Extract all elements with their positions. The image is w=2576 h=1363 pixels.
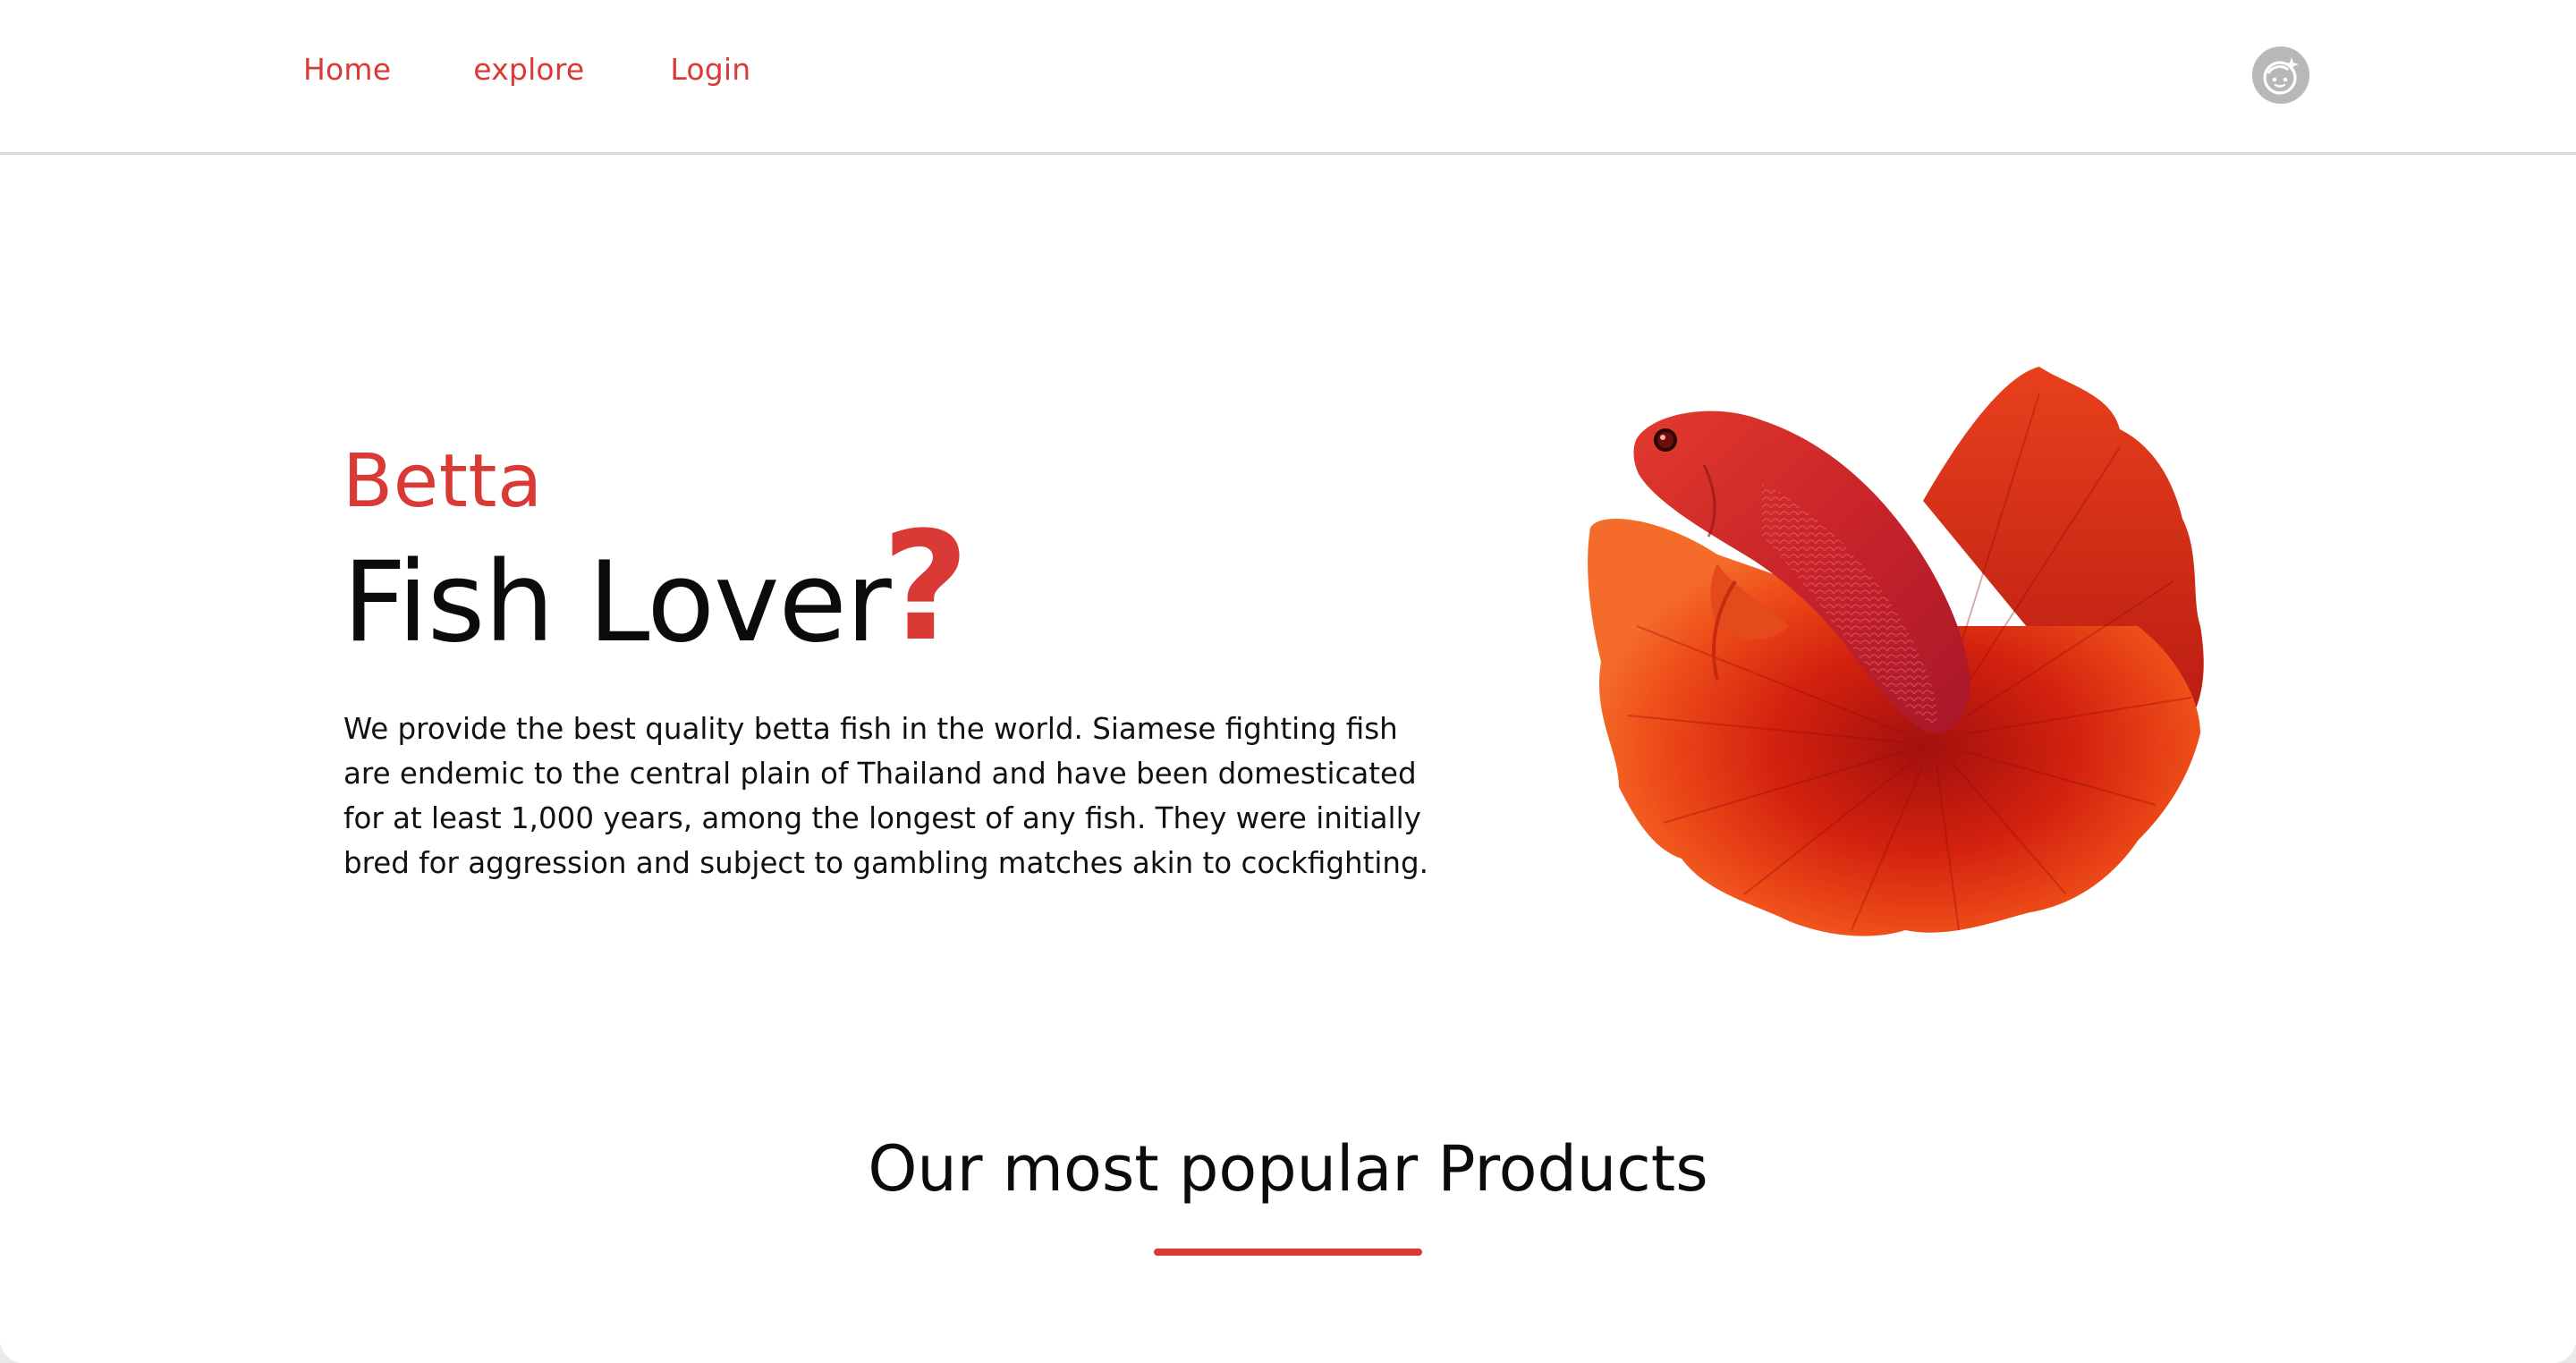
- nav-home-link[interactable]: Home: [303, 52, 391, 87]
- products-section-title: Our most popular Products: [868, 1132, 1708, 1206]
- user-avatar-icon: [2252, 47, 2309, 104]
- hero-kicker: Betta: [343, 439, 543, 524]
- nav-login-link[interactable]: Login: [670, 52, 750, 87]
- top-navbar: Home explore Login: [0, 0, 2576, 155]
- hero-title: Fish Lover: [343, 538, 892, 667]
- user-avatar-button[interactable]: [2252, 47, 2309, 104]
- page: Home explore Login Betta Fish Lover ? We…: [0, 0, 2576, 1363]
- betta-fish-image: [1583, 358, 2209, 948]
- main-nav: Home explore Login: [303, 52, 750, 87]
- nav-explore-link[interactable]: explore: [473, 52, 584, 87]
- hero-question-mark: ?: [882, 499, 970, 674]
- hero-description: We provide the best quality betta fish i…: [343, 712, 1428, 880]
- section-title-underline: [1154, 1249, 1422, 1256]
